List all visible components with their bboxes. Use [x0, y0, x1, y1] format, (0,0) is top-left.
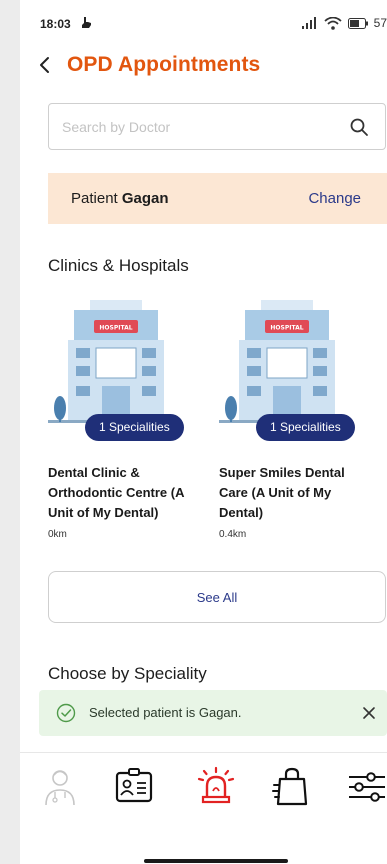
clinic-name[interactable]: Super Smiles Dental Care (A Unit of My D… [219, 463, 369, 523]
shopping-bag-icon[interactable] [270, 765, 314, 809]
clinic-card[interactable]: HOSPITAL 1 Specialities Super Smiles Den… [219, 296, 369, 540]
app-header: OPD Appointments [20, 44, 387, 88]
speciality-count-badge: 1 Specialities [256, 414, 355, 441]
patient-prefix: Patient [71, 190, 118, 207]
hospital-illustration: HOSPITAL 1 Specialities [48, 296, 184, 446]
speciality-count-badge: 1 Specialities [85, 414, 184, 441]
toast-message: Selected patient is Gagan. [89, 705, 242, 720]
page-title: OPD Appointments [67, 53, 261, 76]
speciality-heading: Choose by Speciality [48, 664, 207, 683]
hospital-building-icon: HOSPITAL [219, 300, 351, 423]
status-time: 18:03 [40, 17, 71, 31]
wifi-icon [324, 16, 342, 30]
search-icon[interactable] [349, 117, 369, 137]
change-patient-link[interactable]: Change [308, 190, 361, 207]
hospital-sign-text: HOSPITAL [270, 325, 303, 332]
search-box[interactable] [48, 103, 386, 150]
clinic-distance: 0km [48, 529, 67, 540]
battery-icon [347, 17, 368, 29]
patient-name: Gagan [121, 190, 169, 207]
battery-level: 57 [373, 16, 387, 30]
doctor-icon[interactable] [38, 765, 82, 809]
status-icons: 57 [301, 16, 387, 30]
check-circle-icon [56, 703, 76, 723]
hospital-building-icon: HOSPITAL [48, 300, 180, 423]
close-icon[interactable] [361, 705, 377, 721]
search-input[interactable] [62, 116, 332, 138]
notification-icon [82, 17, 91, 28]
clinics-heading: Clinics & Hospitals [48, 256, 189, 275]
id-card-icon[interactable] [112, 765, 156, 809]
clinic-card[interactable]: HOSPITAL 1 Specialities Dental Clinic & … [48, 296, 198, 540]
patient-selected-toast: Selected patient is Gagan. [39, 690, 387, 736]
back-arrow-icon[interactable] [34, 54, 56, 76]
clinic-name[interactable]: Dental Clinic & Orthodontic Centre (A Un… [48, 463, 198, 523]
hospital-illustration: HOSPITAL 1 Specialities [219, 296, 355, 446]
hospital-sign-text: HOSPITAL [99, 325, 132, 332]
bottom-navigation [20, 752, 387, 864]
patient-banner: Patient Gagan Change [48, 173, 387, 224]
settings-sliders-icon[interactable] [345, 765, 387, 809]
see-all-button[interactable]: See All [48, 571, 386, 623]
home-indicator[interactable] [144, 859, 288, 863]
emergency-alarm-icon[interactable] [194, 765, 238, 809]
signal-icon [301, 17, 316, 29]
app-screen: 18:03 57 OPD Appointments Search by Doct… [20, 0, 387, 864]
clinic-distance: 0.4km [219, 529, 247, 540]
patient-label: Patient Gagan [71, 190, 169, 207]
